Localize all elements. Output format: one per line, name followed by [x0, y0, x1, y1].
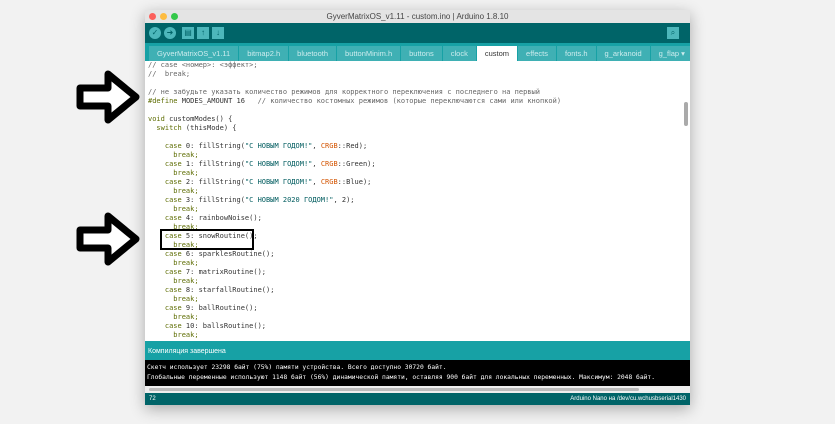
tab-bitmap2-h[interactable]: bitmap2.h [239, 46, 289, 61]
save-button[interactable]: ↓ [212, 27, 224, 39]
console-scrollbar[interactable] [145, 386, 690, 393]
toolbar: ✓ ➜ ▤ ↑ ↓ ⌕ [145, 23, 690, 43]
code-line: #define MODES_AMOUNT 16 // количество ко… [148, 97, 562, 105]
code-line: switch (thisMode) { [148, 124, 237, 132]
code-line: break; [148, 151, 199, 159]
code-line: case 2: fillString("С НОВЫМ ГОДОМ!", CRG… [148, 178, 372, 186]
tab-gyvermatrixos-v1-11[interactable]: GyverMatrixOS_v1.11 [149, 46, 239, 61]
code-line: // case <номер>: <эффект>; [148, 61, 258, 69]
code-line: break; [148, 187, 199, 195]
code-line: break; [148, 277, 199, 285]
code-line: case 9: ballRoutine(); [148, 304, 258, 312]
console-output: Скетч использует 23298 байт (75%) памяти… [145, 360, 690, 386]
console-line: Глобальные переменные используют 1148 ба… [147, 374, 656, 381]
console-line: Скетч использует 23298 байт (75%) памяти… [147, 364, 447, 371]
code-line: case 6: sparklesRoutine(); [148, 250, 275, 258]
tab-fonts-h[interactable]: fonts.h [557, 46, 596, 61]
minimize-button[interactable] [160, 13, 167, 20]
arduino-ide-window: GyverMatrixOS_v1.11 - custom.ino | Ardui… [145, 10, 690, 405]
window-title: GyverMatrixOS_v1.11 - custom.ino | Ardui… [326, 12, 509, 21]
upload-button[interactable]: ➜ [164, 27, 176, 39]
line-number: 72 [149, 396, 156, 402]
code-line: case 10: ballsRoutine(); [148, 322, 267, 330]
board-port: Arduino Nano на /dev/cu.wchusbserial1430 [570, 396, 686, 402]
arrow-right-icon [76, 70, 140, 124]
code-line: break; [148, 313, 199, 321]
code-line: case 8: starfallRoutine(); [148, 286, 275, 294]
tab-effects[interactable]: effects [518, 46, 556, 61]
tab-g-flap-[interactable]: g_flap ▾ [650, 46, 690, 61]
arrow-right-icon [76, 212, 140, 266]
code-line: case 1: fillString("С НОВЫМ ГОДОМ!", CRG… [148, 160, 376, 168]
code-line: break; [148, 205, 199, 213]
code-line: break; [148, 169, 199, 177]
tab-g-arkanoid[interactable]: g_arkanoid [596, 46, 650, 61]
tab-buttons[interactable]: buttons [401, 46, 442, 61]
zoom-button[interactable] [171, 13, 178, 20]
title-bar: GyverMatrixOS_v1.11 - custom.ino | Ardui… [145, 10, 690, 23]
status-bar: 72 Arduino Nano на /dev/cu.wchusbserial1… [145, 393, 690, 405]
tab-clock[interactable]: clock [442, 46, 476, 61]
code-line: break; [148, 259, 199, 267]
open-button[interactable]: ↑ [197, 27, 209, 39]
console-header: Компиляция завершена [145, 341, 690, 360]
verify-button[interactable]: ✓ [149, 27, 161, 39]
tab-bluetooth[interactable]: bluetooth [289, 46, 337, 61]
code-editor[interactable]: // case <номер>: <эффект>; // break; // … [145, 61, 680, 341]
file-tabs: GyverMatrixOS_v1.11 bitmap2.h bluetooth but… [145, 43, 690, 61]
code-line: case 0: fillString("С НОВЫМ ГОДОМ!", CRG… [148, 142, 368, 150]
code-line: void customModes() { [148, 115, 233, 123]
code-line: break; [148, 295, 199, 303]
code-line: case 3: fillString("С НОВЫМ 2020 ГОДОМ!"… [148, 196, 355, 204]
code-line: // break; [148, 70, 191, 78]
tab-custom[interactable]: custom [476, 46, 518, 61]
new-button[interactable]: ▤ [182, 27, 194, 39]
tab-buttonminim-h[interactable]: buttonMinim.h [337, 46, 401, 61]
code-line: case 7: matrixRoutine(); [148, 268, 267, 276]
highlight-box [160, 229, 254, 250]
code-line: break; [148, 331, 199, 339]
code-line: case 4: rainbowNoise(); [148, 214, 262, 222]
editor-scrollbar[interactable] [684, 102, 688, 126]
code-line: // не забудьте указать количество режимо… [148, 88, 540, 96]
close-button[interactable] [149, 13, 156, 20]
serial-monitor-button[interactable]: ⌕ [667, 27, 679, 39]
